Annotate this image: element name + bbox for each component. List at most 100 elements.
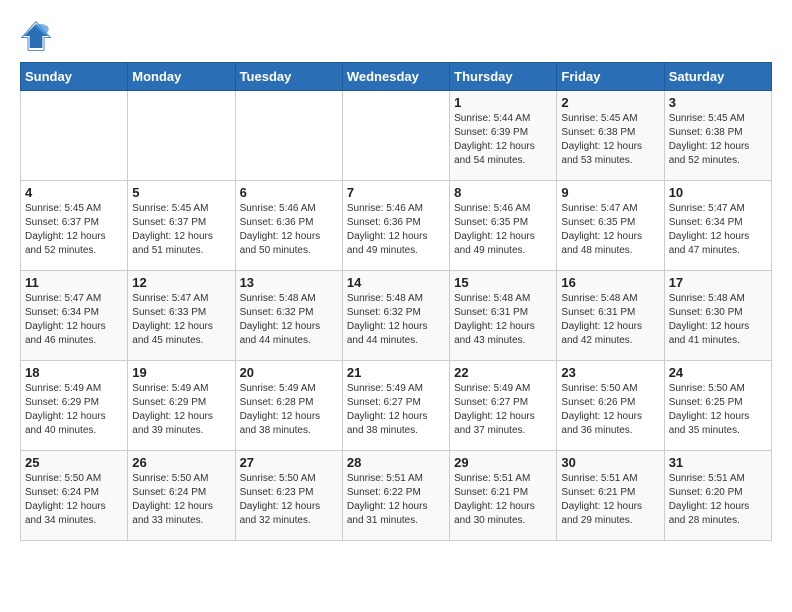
page-header: [20, 20, 772, 52]
day-number: 9: [561, 185, 659, 200]
day-number: 17: [669, 275, 767, 290]
day-number: 14: [347, 275, 445, 290]
day-info: Sunrise: 5:46 AM Sunset: 6:36 PM Dayligh…: [347, 202, 445, 258]
day-number: 13: [240, 275, 338, 290]
calendar-cell: 7 Sunrise: 5:46 AM Sunset: 6:36 PM Daylig…: [342, 181, 449, 271]
calendar-header: SundayMondayTuesdayWednesdayThursdayFrid…: [21, 63, 772, 91]
day-number: 1: [454, 95, 552, 110]
calendar-cell: 4 Sunrise: 5:45 AM Sunset: 6:37 PM Daylig…: [21, 181, 128, 271]
day-number: 31: [669, 455, 767, 470]
day-info: Sunrise: 5:51 AM Sunset: 6:21 PM Dayligh…: [561, 472, 659, 528]
day-number: 10: [669, 185, 767, 200]
calendar-cell: 13 Sunrise: 5:48 AM Sunset: 6:32 PM Dayli…: [235, 271, 342, 361]
calendar-cell: 3 Sunrise: 5:45 AM Sunset: 6:38 PM Daylig…: [664, 91, 771, 181]
day-number: 15: [454, 275, 552, 290]
day-number: 27: [240, 455, 338, 470]
day-info: Sunrise: 5:44 AM Sunset: 6:39 PM Dayligh…: [454, 112, 552, 168]
day-info: Sunrise: 5:51 AM Sunset: 6:21 PM Dayligh…: [454, 472, 552, 528]
day-info: Sunrise: 5:45 AM Sunset: 6:38 PM Dayligh…: [669, 112, 767, 168]
day-number: 12: [132, 275, 230, 290]
day-number: 23: [561, 365, 659, 380]
calendar-cell: 22 Sunrise: 5:49 AM Sunset: 6:27 PM Dayli…: [450, 361, 557, 451]
day-number: 7: [347, 185, 445, 200]
day-info: Sunrise: 5:46 AM Sunset: 6:36 PM Dayligh…: [240, 202, 338, 258]
day-info: Sunrise: 5:49 AM Sunset: 6:27 PM Dayligh…: [454, 382, 552, 438]
calendar-cell: 9Sunrise: 5:47 AM Sunset: 6:35 PM Daylig…: [557, 181, 664, 271]
day-info: Sunrise: 5:46 AM Sunset: 6:35 PM Dayligh…: [454, 202, 552, 258]
day-info: Sunrise: 5:47 AM Sunset: 6:33 PM Dayligh…: [132, 292, 230, 348]
calendar-cell: 5 Sunrise: 5:45 AM Sunset: 6:37 PM Daylig…: [128, 181, 235, 271]
day-of-week-saturday: Saturday: [664, 63, 771, 91]
calendar-cell: 20 Sunrise: 5:49 AM Sunset: 6:28 PM Dayli…: [235, 361, 342, 451]
day-number: 11: [25, 275, 123, 290]
day-number: 5: [132, 185, 230, 200]
day-info: Sunrise: 5:45 AM Sunset: 6:37 PM Dayligh…: [25, 202, 123, 258]
calendar-cell: 11 Sunrise: 5:47 AM Sunset: 6:34 PM Dayli…: [21, 271, 128, 361]
calendar-cell: 21 Sunrise: 5:49 AM Sunset: 6:27 PM Dayli…: [342, 361, 449, 451]
calendar-cell: 10Sunrise: 5:47 AM Sunset: 6:34 PM Dayli…: [664, 181, 771, 271]
calendar-cell: 24Sunrise: 5:50 AM Sunset: 6:25 PM Dayli…: [664, 361, 771, 451]
calendar-cell: 12 Sunrise: 5:47 AM Sunset: 6:33 PM Dayli…: [128, 271, 235, 361]
day-info: Sunrise: 5:50 AM Sunset: 6:24 PM Dayligh…: [25, 472, 123, 528]
day-number: 19: [132, 365, 230, 380]
calendar-cell: 1 Sunrise: 5:44 AM Sunset: 6:39 PM Daylig…: [450, 91, 557, 181]
day-number: 16: [561, 275, 659, 290]
calendar-cell: 2 Sunrise: 5:45 AM Sunset: 6:38 PM Daylig…: [557, 91, 664, 181]
calendar-cell: 27 Sunrise: 5:50 AM Sunset: 6:23 PM Dayli…: [235, 451, 342, 541]
day-number: 3: [669, 95, 767, 110]
calendar-cell: [342, 91, 449, 181]
day-info: Sunrise: 5:50 AM Sunset: 6:23 PM Dayligh…: [240, 472, 338, 528]
day-number: 22: [454, 365, 552, 380]
calendar-cell: 29Sunrise: 5:51 AM Sunset: 6:21 PM Dayli…: [450, 451, 557, 541]
day-of-week-friday: Friday: [557, 63, 664, 91]
calendar-table: SundayMondayTuesdayWednesdayThursdayFrid…: [20, 62, 772, 541]
week-row-5: 25 Sunrise: 5:50 AM Sunset: 6:24 PM Dayli…: [21, 451, 772, 541]
calendar-cell: 18Sunrise: 5:49 AM Sunset: 6:29 PM Dayli…: [21, 361, 128, 451]
day-info: Sunrise: 5:47 AM Sunset: 6:34 PM Dayligh…: [25, 292, 123, 348]
calendar-cell: 16 Sunrise: 5:48 AM Sunset: 6:31 PM Dayli…: [557, 271, 664, 361]
calendar-cell: 26 Sunrise: 5:50 AM Sunset: 6:24 PM Dayli…: [128, 451, 235, 541]
day-of-week-wednesday: Wednesday: [342, 63, 449, 91]
day-number: 6: [240, 185, 338, 200]
day-info: Sunrise: 5:48 AM Sunset: 6:30 PM Dayligh…: [669, 292, 767, 348]
day-info: Sunrise: 5:49 AM Sunset: 6:27 PM Dayligh…: [347, 382, 445, 438]
calendar-cell: 8 Sunrise: 5:46 AM Sunset: 6:35 PM Daylig…: [450, 181, 557, 271]
calendar-cell: 30 Sunrise: 5:51 AM Sunset: 6:21 PM Dayli…: [557, 451, 664, 541]
day-info: Sunrise: 5:45 AM Sunset: 6:37 PM Dayligh…: [132, 202, 230, 258]
days-of-week-row: SundayMondayTuesdayWednesdayThursdayFrid…: [21, 63, 772, 91]
week-row-1: 1 Sunrise: 5:44 AM Sunset: 6:39 PM Daylig…: [21, 91, 772, 181]
day-number: 28: [347, 455, 445, 470]
day-info: Sunrise: 5:48 AM Sunset: 6:32 PM Dayligh…: [347, 292, 445, 348]
day-number: 2: [561, 95, 659, 110]
day-info: Sunrise: 5:48 AM Sunset: 6:31 PM Dayligh…: [561, 292, 659, 348]
calendar-cell: [128, 91, 235, 181]
calendar-body: 1 Sunrise: 5:44 AM Sunset: 6:39 PM Daylig…: [21, 91, 772, 541]
day-number: 26: [132, 455, 230, 470]
day-info: Sunrise: 5:48 AM Sunset: 6:31 PM Dayligh…: [454, 292, 552, 348]
day-number: 24: [669, 365, 767, 380]
day-info: Sunrise: 5:50 AM Sunset: 6:24 PM Dayligh…: [132, 472, 230, 528]
day-info: Sunrise: 5:50 AM Sunset: 6:26 PM Dayligh…: [561, 382, 659, 438]
day-info: Sunrise: 5:49 AM Sunset: 6:28 PM Dayligh…: [240, 382, 338, 438]
calendar-cell: 6 Sunrise: 5:46 AM Sunset: 6:36 PM Daylig…: [235, 181, 342, 271]
day-info: Sunrise: 5:51 AM Sunset: 6:22 PM Dayligh…: [347, 472, 445, 528]
calendar-cell: 19 Sunrise: 5:49 AM Sunset: 6:29 PM Dayli…: [128, 361, 235, 451]
day-number: 4: [25, 185, 123, 200]
day-number: 20: [240, 365, 338, 380]
day-number: 21: [347, 365, 445, 380]
day-of-week-monday: Monday: [128, 63, 235, 91]
calendar-cell: 31Sunrise: 5:51 AM Sunset: 6:20 PM Dayli…: [664, 451, 771, 541]
calendar-cell: 23 Sunrise: 5:50 AM Sunset: 6:26 PM Dayli…: [557, 361, 664, 451]
day-info: Sunrise: 5:49 AM Sunset: 6:29 PM Dayligh…: [132, 382, 230, 438]
day-number: 8: [454, 185, 552, 200]
day-number: 30: [561, 455, 659, 470]
calendar-cell: [235, 91, 342, 181]
day-number: 25: [25, 455, 123, 470]
day-info: Sunrise: 5:45 AM Sunset: 6:38 PM Dayligh…: [561, 112, 659, 168]
calendar-cell: 15 Sunrise: 5:48 AM Sunset: 6:31 PM Dayli…: [450, 271, 557, 361]
day-of-week-thursday: Thursday: [450, 63, 557, 91]
calendar-cell: 25 Sunrise: 5:50 AM Sunset: 6:24 PM Dayli…: [21, 451, 128, 541]
calendar-cell: 17 Sunrise: 5:48 AM Sunset: 6:30 PM Dayli…: [664, 271, 771, 361]
day-info: Sunrise: 5:48 AM Sunset: 6:32 PM Dayligh…: [240, 292, 338, 348]
week-row-4: 18Sunrise: 5:49 AM Sunset: 6:29 PM Dayli…: [21, 361, 772, 451]
